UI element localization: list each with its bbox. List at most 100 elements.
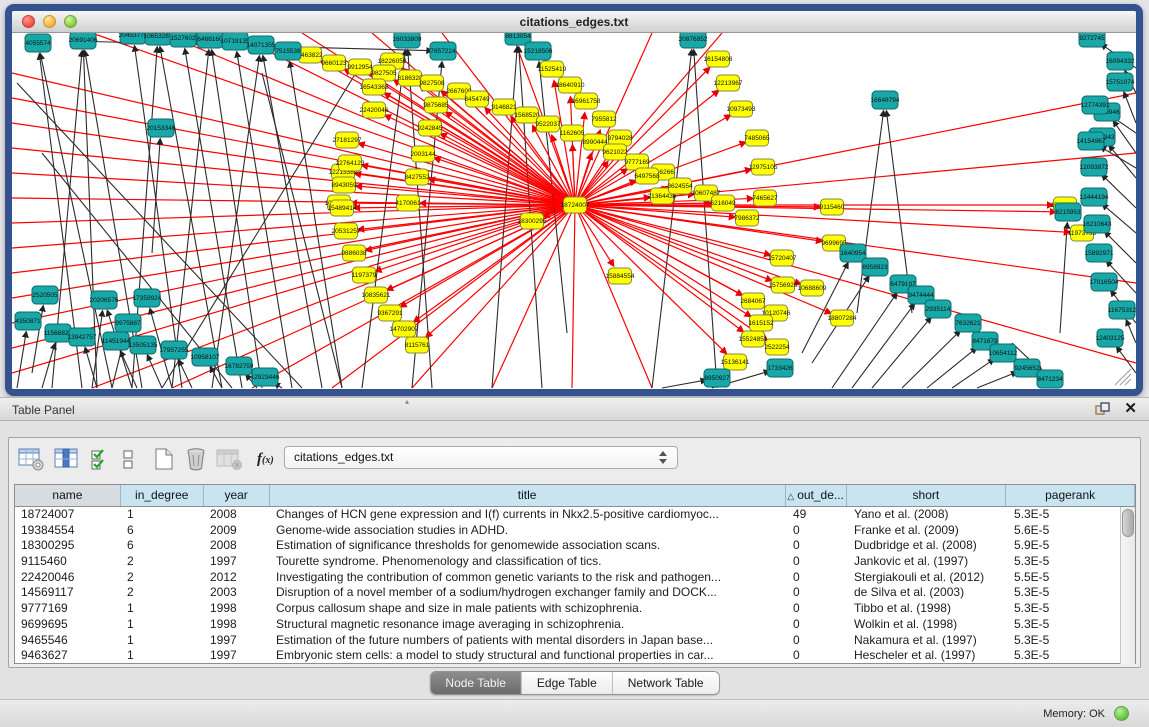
svg-text:12444194: 12444194 (1080, 194, 1109, 201)
zoom-window-button[interactable] (64, 15, 77, 28)
svg-text:9115460: 9115460 (820, 204, 845, 211)
svg-text:14071355: 14071355 (247, 42, 276, 49)
svg-text:13942757: 13942757 (68, 334, 97, 341)
cell: Changes of HCN gene expression and I(f) … (270, 507, 787, 523)
window-titlebar[interactable]: citations_edges.txt (12, 11, 1136, 33)
window-title: citations_edges.txt (520, 15, 629, 29)
svg-text:9777169: 9777169 (624, 159, 650, 166)
cell: 1997 (204, 554, 270, 570)
table-row[interactable]: 911546021997Tourette syndrome. Phenomeno… (15, 554, 1135, 570)
table-row[interactable]: 1872400712008Changes of HCN gene express… (15, 507, 1135, 523)
column-header-out_de[interactable]: △out_de... (786, 485, 847, 506)
svg-text:14702907: 14702907 (390, 326, 419, 333)
show-columns-icon[interactable] (54, 448, 81, 471)
cell: 0 (787, 617, 848, 633)
svg-text:12774391: 12774391 (1081, 102, 1110, 109)
svg-text:20531257: 20531257 (332, 228, 361, 235)
svg-text:7485065: 7485065 (744, 135, 770, 142)
splitter-handle[interactable]: ▴ (405, 399, 417, 405)
select-mode-icon[interactable] (90, 448, 112, 471)
table-toolbar: f(x) (18, 445, 274, 473)
cell: Estimation of the future numbers of pati… (270, 633, 787, 649)
table-row[interactable]: 946362711997Embryonic stem cells: a mode… (15, 648, 1135, 664)
cell: Embryonic stem cells: a model to study s… (270, 648, 787, 664)
cell: 0 (787, 633, 848, 649)
cell: 5.3E-5 (1008, 554, 1098, 570)
cell: 9463627 (15, 648, 121, 664)
svg-text:16094332: 16094332 (1106, 58, 1135, 65)
column-header-name[interactable]: name (15, 485, 121, 506)
citation-network-graph[interactable]: 1872400774638229660123991295418226058982… (12, 33, 1136, 389)
table-vertical-scrollbar[interactable] (1120, 507, 1135, 664)
column-header-short[interactable]: short (847, 485, 1007, 506)
svg-text:1568520: 1568520 (514, 112, 540, 119)
tab-network-table[interactable]: Network Table (613, 672, 719, 694)
cell: 5.9E-5 (1008, 538, 1098, 554)
cell: 2 (121, 570, 204, 586)
scrollbar-thumb[interactable] (1122, 509, 1134, 537)
svg-text:10719135: 10719135 (221, 38, 250, 45)
minimize-window-button[interactable] (43, 15, 56, 28)
column-header-title[interactable]: title (270, 485, 786, 506)
delete-trash-icon[interactable] (185, 447, 207, 471)
svg-text:8990444: 8990444 (582, 139, 608, 146)
table-row[interactable]: 2242004622012Investigating the contribut… (15, 570, 1135, 586)
row-layout-icon[interactable] (121, 448, 135, 471)
svg-text:8454749: 8454749 (464, 96, 490, 103)
svg-text:9912954: 9912954 (347, 64, 373, 71)
close-panel-icon[interactable]: ✕ (1124, 401, 1137, 417)
svg-text:9367291: 9367291 (377, 310, 403, 317)
column-header-pagerank[interactable]: pagerank (1006, 485, 1135, 506)
svg-text:1640954: 1640954 (840, 250, 866, 257)
table-row[interactable]: 946554611997Estimation of the future num… (15, 633, 1135, 649)
svg-text:2522254: 2522254 (764, 344, 790, 351)
cell: 1 (121, 601, 204, 617)
svg-text:10835621: 10835621 (362, 292, 391, 299)
cell: Investigating the contribution of common… (270, 570, 787, 586)
status-bar: Memory: OK (0, 699, 1149, 727)
node-table: namein_degreeyeartitle△out_de...shortpag… (14, 484, 1136, 664)
svg-text:2520505: 2520505 (32, 292, 58, 299)
table-tabs: Node TableEdge TableNetwork Table (429, 671, 719, 695)
cell: 9465546 (15, 633, 121, 649)
svg-text:9522037: 9522037 (535, 121, 561, 128)
close-window-button[interactable] (22, 15, 35, 28)
cell: 0 (787, 538, 848, 554)
svg-text:15524851: 15524851 (739, 336, 768, 343)
svg-text:18724007: 18724007 (561, 202, 590, 209)
svg-text:17359924: 17359924 (133, 295, 162, 302)
cell: Disruption of a novel member of a sodium… (270, 585, 787, 601)
svg-text:15489414: 15489414 (328, 205, 357, 212)
network-canvas[interactable]: 1872400774638229660123991295418226058982… (12, 33, 1136, 389)
tab-node-table[interactable]: Node Table (430, 672, 522, 694)
table-row[interactable]: 977716911998Corpus callosum shape and si… (15, 601, 1135, 617)
float-panel-icon[interactable] (1095, 402, 1110, 417)
tab-edge-table[interactable]: Edge Table (522, 672, 613, 694)
svg-text:17957255: 17957255 (160, 347, 189, 354)
svg-text:3624554: 3624554 (667, 183, 693, 190)
table-row[interactable]: 969969511998Structural magnetic resonanc… (15, 617, 1135, 633)
svg-text:8471234: 8471234 (1037, 376, 1063, 383)
svg-text:4055574: 4055574 (25, 40, 51, 47)
table-header-row: namein_degreeyeartitle△out_de...shortpag… (15, 485, 1135, 507)
cell: 0 (787, 523, 848, 539)
cell: Structural magnetic resonance image aver… (270, 617, 787, 633)
network-select-dropdown[interactable]: citations_edges.txt (284, 446, 678, 469)
table-settings-icon[interactable] (18, 448, 45, 471)
svg-text:1733426: 1733426 (767, 365, 793, 372)
table-panel-header: Table Panel ✕ (0, 397, 1149, 421)
table-row[interactable]: 1830029562008Estimation of significance … (15, 538, 1135, 554)
cell: Jankovic et al. (1997) (848, 554, 1008, 570)
new-table-icon[interactable] (152, 447, 176, 471)
svg-text:12764123: 12764123 (336, 160, 365, 167)
svg-text:11675312: 11675312 (1108, 307, 1136, 314)
column-header-in_degree[interactable]: in_degree (121, 485, 204, 506)
svg-text:8215953: 8215953 (1055, 209, 1081, 216)
column-header-year[interactable]: year (204, 485, 270, 506)
table-row[interactable]: 1938455462009Genome-wide association stu… (15, 523, 1135, 539)
table-row[interactable]: 1456911722003Disruption of a novel membe… (15, 585, 1135, 601)
function-builder-icon[interactable]: f(x) (257, 451, 274, 468)
svg-text:18807284: 18807284 (828, 315, 857, 322)
cell: 0 (787, 585, 848, 601)
cell: 2008 (204, 538, 270, 554)
